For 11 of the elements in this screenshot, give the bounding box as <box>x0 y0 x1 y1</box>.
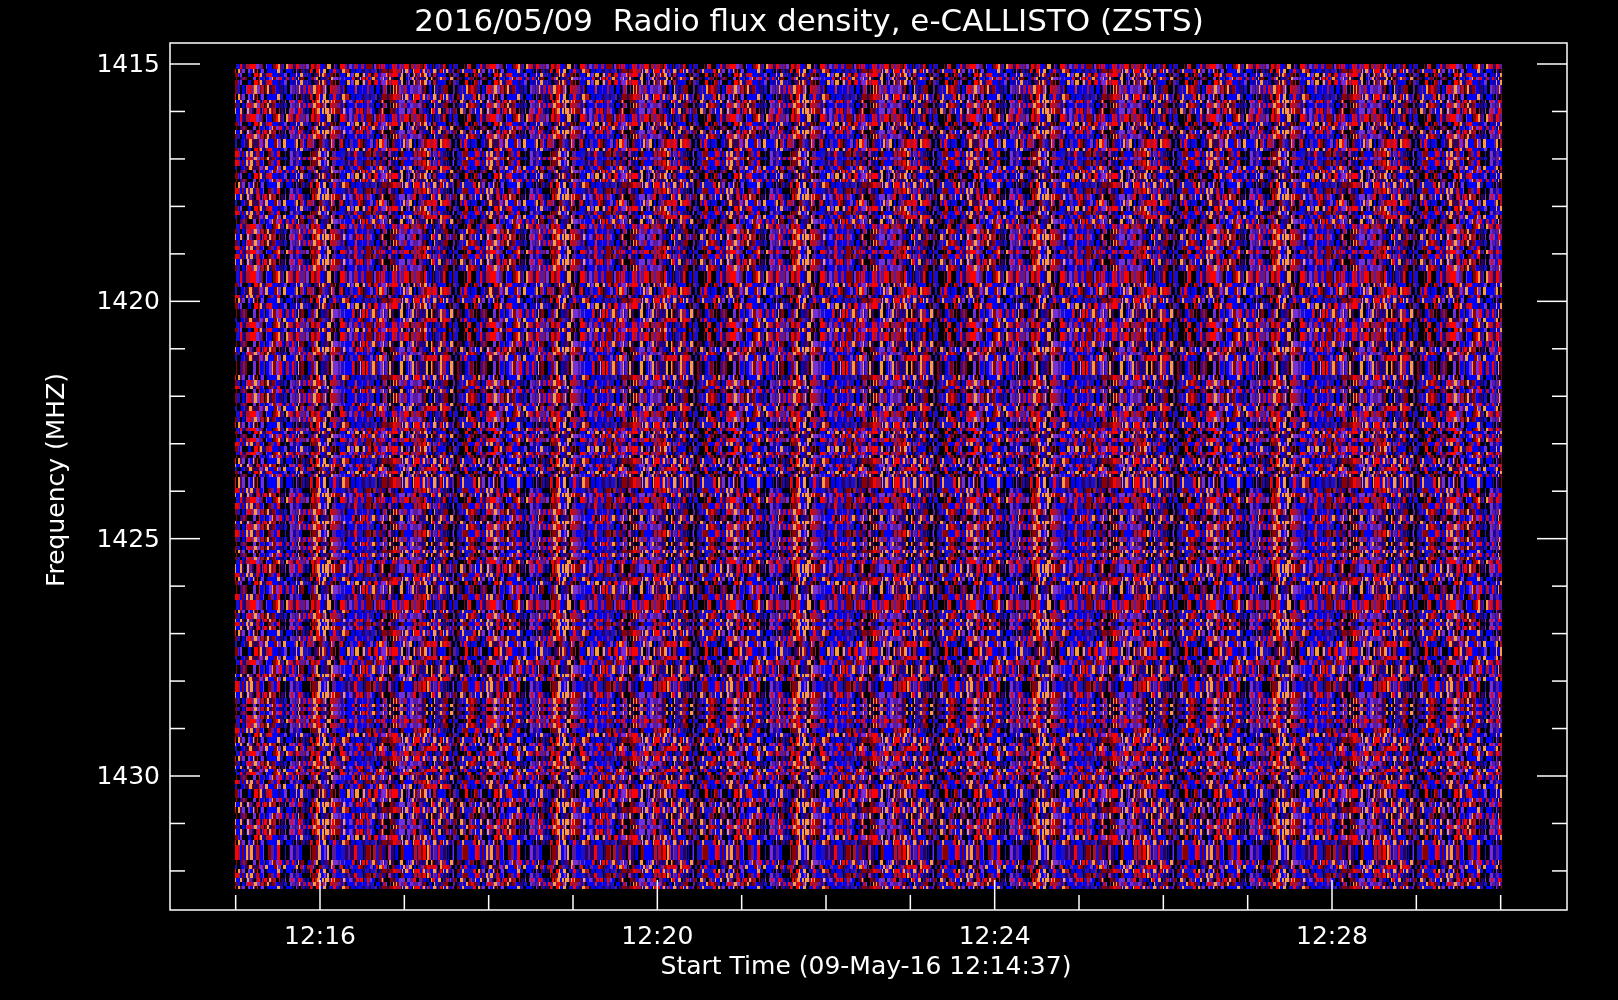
y-tick-label: 1425 <box>96 524 160 553</box>
y-tick-label: 1430 <box>96 762 160 790</box>
x-tick-label: 12:24 <box>958 922 1031 950</box>
y-tick-label: 1420 <box>96 287 160 316</box>
x-tick-label: 12:28 <box>1296 922 1368 950</box>
plot-title: 2016/05/09 Radio flux density, e-CALLISTO (ZSTS) <box>413 1 1205 40</box>
x-axis-title: Start Time (09-May-16 12:14:37) <box>660 952 1072 980</box>
y-axis-title: Frequency (MHZ) <box>42 372 70 588</box>
x-tick-label: 12:20 <box>621 922 694 950</box>
x-tick-label: 12:16 <box>284 922 356 950</box>
y-tick-label: 1415 <box>96 50 160 78</box>
